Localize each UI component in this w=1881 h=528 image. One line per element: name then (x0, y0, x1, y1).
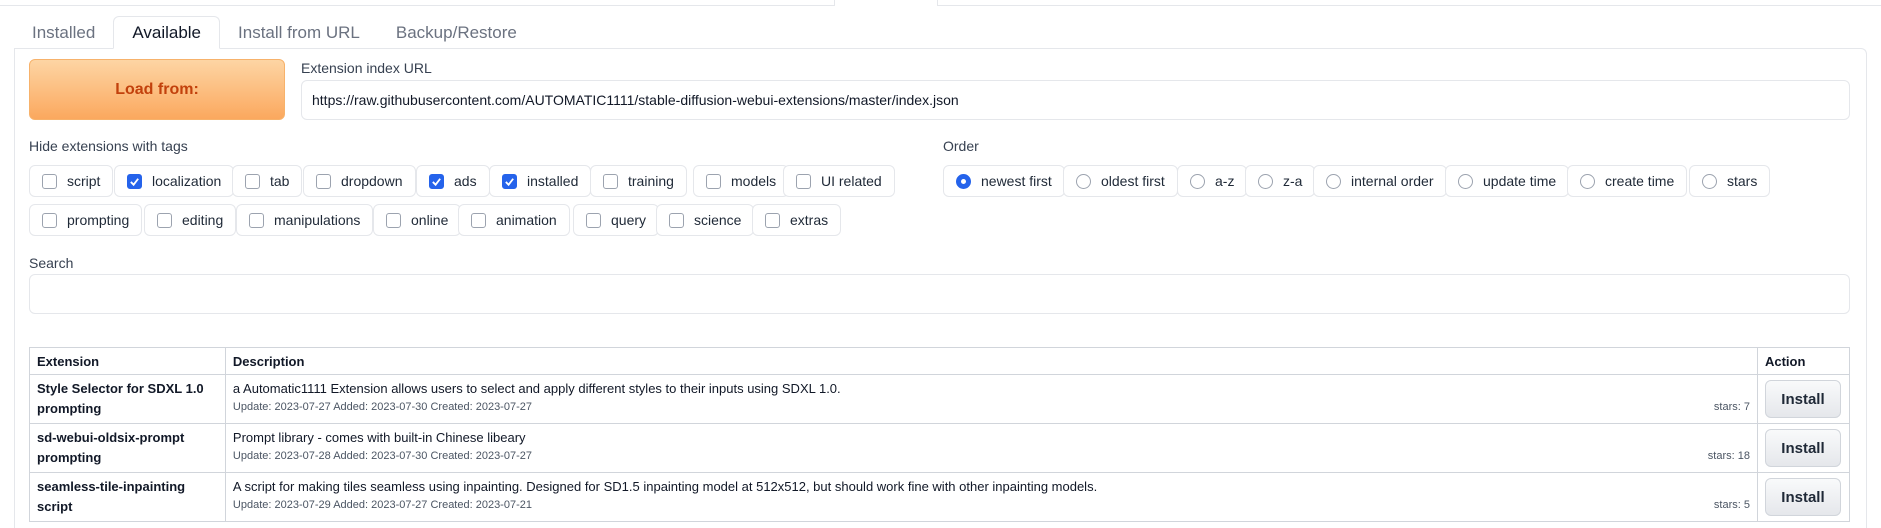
tag-checkbox-models[interactable]: models (693, 165, 790, 197)
tag-checkbox-manipulations[interactable]: manipulations (236, 204, 374, 236)
tag-checkbox-prompting[interactable]: prompting (29, 204, 143, 236)
extension-name-link[interactable]: seamless-tile-inpainting (37, 473, 218, 497)
search-input[interactable] (29, 274, 1850, 314)
tag-checkbox-editing[interactable]: editing (144, 204, 237, 236)
install-button[interactable]: Install (1764, 429, 1841, 467)
search-label: Search (29, 255, 74, 271)
checkbox-icon (245, 173, 260, 189)
order-radio-internal-order[interactable]: internal order (1313, 165, 1447, 197)
checkbox-checked-icon (429, 173, 444, 189)
top-tab-strip (0, 0, 1881, 8)
checkbox-checked-icon (502, 173, 517, 189)
order-label: Order (943, 138, 979, 154)
radio-icon (1580, 173, 1595, 189)
radio-icon (1076, 173, 1091, 189)
checkbox-icon (471, 212, 486, 228)
extension-description: a Automatic1111 Extension allows users t… (232, 381, 841, 396)
table-row: Style Selector for SDXL 1.0 prompting a … (29, 374, 1851, 424)
index-url-label: Extension index URL (301, 60, 432, 76)
tag-checkbox-extras[interactable]: extras (752, 204, 842, 236)
extension-name-link[interactable]: Style Selector for SDXL 1.0 (37, 375, 218, 399)
install-button[interactable]: Install (1764, 478, 1841, 516)
tab-install-from-url[interactable]: Install from URL (220, 16, 378, 49)
extension-tag: script (37, 499, 73, 514)
hide-tags-label: Hide extensions with tags (29, 138, 188, 154)
tag-checkbox-animation[interactable]: animation (458, 204, 570, 236)
extension-tabs: Installed Available Install from URL Bac… (14, 16, 535, 49)
checkbox-icon (249, 212, 264, 228)
extension-dates: Update: 2023-07-28 Added: 2023-07-30 Cre… (232, 450, 532, 462)
extension-dates: Update: 2023-07-27 Added: 2023-07-30 Cre… (232, 401, 532, 413)
checkbox-icon (669, 212, 684, 228)
tag-checkbox-localization[interactable]: localization (114, 165, 235, 197)
tag-checkbox-science[interactable]: science (656, 204, 755, 236)
checkbox-icon (42, 173, 57, 189)
extension-stars: stars: 18 (1707, 450, 1750, 462)
tag-checkbox-ads[interactable]: ads (416, 165, 490, 197)
checkbox-icon (316, 173, 331, 189)
extension-tag: prompting (37, 401, 102, 416)
order-radio-update-time[interactable]: update time (1445, 165, 1570, 197)
radio-icon (1190, 173, 1205, 189)
extension-tag: prompting (37, 450, 102, 465)
checkbox-icon (706, 173, 721, 189)
checkbox-icon (157, 212, 172, 228)
checkbox-icon (796, 173, 811, 189)
extension-dates: Update: 2023-07-29 Added: 2023-07-27 Cre… (232, 499, 532, 511)
checkbox-checked-icon (127, 173, 142, 189)
checkbox-icon (42, 212, 57, 228)
radio-icon (1258, 173, 1273, 189)
checkbox-icon (386, 212, 401, 228)
tag-checkbox-script[interactable]: script (29, 165, 114, 197)
checkbox-icon (586, 212, 601, 228)
load-from-button[interactable]: Load from: (29, 59, 285, 120)
table-row: seamless-tile-inpainting script A script… (29, 472, 1851, 522)
tag-checkbox-online[interactable]: online (373, 204, 462, 236)
extension-description: Prompt library - comes with built-in Chi… (232, 430, 526, 445)
tag-checkbox-installed[interactable]: installed (489, 165, 592, 197)
radio-selected-icon (956, 173, 971, 189)
tag-checkbox-ui-related[interactable]: UI related (783, 165, 895, 197)
tab-backup-restore[interactable]: Backup/Restore (378, 16, 535, 49)
tag-checkbox-dropdown[interactable]: dropdown (303, 165, 416, 197)
checkbox-icon (765, 212, 780, 228)
checkbox-icon (603, 173, 618, 189)
radio-icon (1326, 173, 1341, 189)
order-radio-newest-first[interactable]: newest first (943, 165, 1065, 197)
extension-description: A script for making tiles seamless using… (232, 479, 1098, 494)
tab-available[interactable]: Available (113, 16, 221, 49)
column-header-extension: Extension (29, 347, 226, 375)
extension-stars: stars: 7 (1713, 401, 1750, 413)
extensions-table: Extension Description Action Style Selec… (29, 347, 1851, 522)
order-radio-create-time[interactable]: create time (1567, 165, 1688, 197)
install-button[interactable]: Install (1764, 380, 1841, 418)
order-radio-a-z[interactable]: a-z (1177, 165, 1248, 197)
tab-installed[interactable]: Installed (14, 16, 113, 49)
tag-checkbox-training[interactable]: training (590, 165, 687, 197)
extension-stars: stars: 5 (1713, 499, 1750, 511)
order-radio-z-a[interactable]: z-a (1245, 165, 1316, 197)
tag-checkbox-query[interactable]: query (573, 204, 660, 236)
tag-checkbox-tab[interactable]: tab (232, 165, 303, 197)
order-radio-oldest-first[interactable]: oldest first (1063, 165, 1178, 197)
index-url-input[interactable]: https://raw.githubusercontent.com/AUTOMA… (301, 80, 1850, 120)
order-radio-stars[interactable]: stars (1689, 165, 1771, 197)
radio-icon (1458, 173, 1473, 189)
radio-icon (1702, 173, 1717, 189)
table-row: sd-webui-oldsix-prompt prompting Prompt … (29, 423, 1851, 473)
column-header-description: Description (224, 347, 1758, 375)
extension-name-link[interactable]: sd-webui-oldsix-prompt (37, 424, 218, 448)
column-header-action: Action (1756, 347, 1851, 375)
